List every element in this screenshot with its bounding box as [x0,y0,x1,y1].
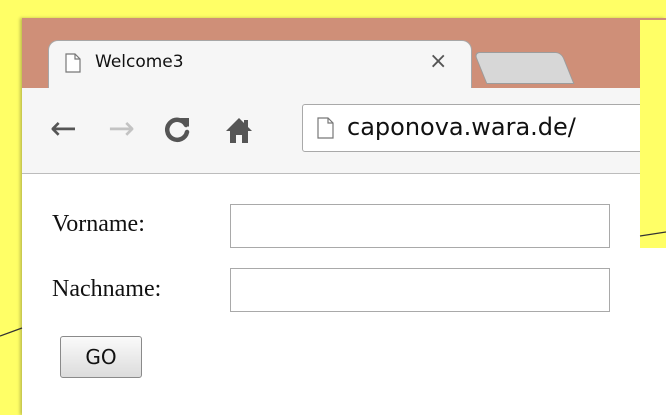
document-icon [65,53,81,73]
reload-icon[interactable] [162,112,192,148]
back-arrow-icon[interactable]: ← [50,110,77,146]
browser-titlebar: Welcome3 × [22,18,666,90]
browser-toolbar: ← → caponova.wara.de/ [22,88,666,174]
last-name-label: Nachname: [52,276,162,302]
home-icon[interactable] [224,113,254,149]
first-name-label: Vorname: [52,211,145,237]
url-text: caponova.wara.de/ [347,113,576,141]
go-button[interactable]: GO [60,336,142,378]
new-tab-button[interactable] [473,52,575,84]
last-name-input[interactable] [230,268,610,312]
tab-title: Welcome3 [95,52,184,72]
first-name-input[interactable] [230,204,610,248]
address-bar[interactable]: caponova.wara.de/ [302,104,666,152]
callout-highlight [640,20,666,248]
browser-tab[interactable]: Welcome3 × [48,40,472,90]
browser-window: Welcome3 × ← → caponova.wara.de/ Vorname… [22,18,666,415]
page-content: Vorname: Nachname: GO [22,174,666,415]
page-icon [317,117,334,139]
forward-arrow-icon[interactable]: → [108,110,135,146]
close-tab-icon[interactable]: × [429,49,447,74]
